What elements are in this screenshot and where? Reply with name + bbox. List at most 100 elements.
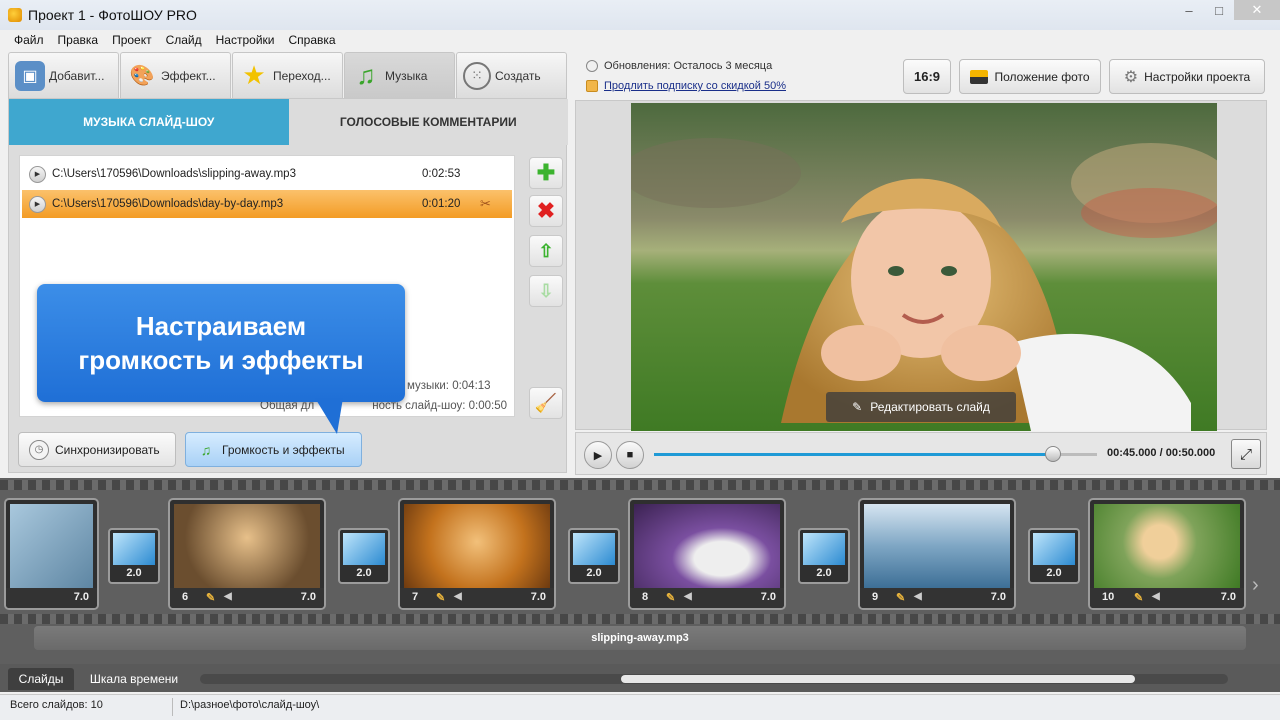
scroll-right-icon[interactable]: ›: [1252, 574, 1259, 597]
transition-image: [803, 533, 845, 565]
pencil-icon[interactable]: ✎: [436, 591, 445, 604]
progress-slider[interactable]: [654, 446, 1097, 462]
speaker-icon[interactable]: ◀: [454, 591, 462, 602]
pencil-icon[interactable]: ✎: [206, 591, 215, 604]
updates-text: Обновления: Осталось 3 месяца: [604, 60, 773, 72]
progress-fill: [654, 453, 1053, 456]
minimize-button[interactable]: –: [1174, 0, 1204, 20]
clock-icon: ◷: [29, 439, 49, 460]
broom-button[interactable]: 🧹: [529, 387, 563, 419]
play-icon[interactable]: ▶: [29, 165, 46, 183]
add-track-button[interactable]: ✚: [529, 157, 563, 189]
volume-effects-label: Громкость и эффекты: [222, 442, 345, 457]
close-button[interactable]: ✕: [1234, 0, 1280, 20]
status-bar: Всего слайдов: 10 D:\разное\фото\слайд-ш…: [0, 694, 1280, 720]
total-music-label: музыки:: [407, 380, 449, 392]
remove-track-button[interactable]: ✖: [529, 195, 563, 227]
speaker-icon[interactable]: ◀: [914, 591, 922, 602]
transition-duration: 2.0: [816, 567, 832, 579]
timeline-scrollbar[interactable]: [200, 674, 1228, 684]
transition-duration: 2.0: [126, 567, 142, 579]
slide-duration: 7.0: [73, 591, 89, 603]
slide-thumbnail[interactable]: 6 ✎ ◀ 7.0: [168, 498, 326, 610]
transition-image: [573, 533, 615, 565]
slide-thumbnail[interactable]: 9 ✎ ◀ 7.0: [858, 498, 1016, 610]
scissors-icon[interactable]: ✂: [480, 196, 496, 212]
pencil-icon[interactable]: ✎: [1134, 591, 1143, 604]
tab-slides[interactable]: Слайды: [8, 668, 74, 690]
photo-position-label: Положение фото: [994, 69, 1090, 84]
maximize-button[interactable]: □: [1204, 0, 1234, 20]
tab-timeline[interactable]: Шкала времени: [80, 668, 188, 690]
slide-image: [864, 504, 1010, 588]
stop-button[interactable]: ■: [616, 441, 644, 469]
tab-transitions[interactable]: ★ Переход...: [232, 52, 343, 98]
menu-bar: Файл Правка Проект Слайд Настройки Справ…: [0, 30, 1280, 50]
tab-voice-comments[interactable]: ГОЛОСОВЫЕ КОММЕНТАРИИ: [288, 99, 568, 145]
transition-thumbnail[interactable]: 2.0: [1028, 528, 1080, 584]
transition-image: [113, 533, 155, 565]
speaker-icon[interactable]: ◀: [1152, 591, 1160, 602]
film-holes-bottom: [0, 614, 1280, 624]
transition-thumbnail[interactable]: 2.0: [568, 528, 620, 584]
slide-image: [634, 504, 780, 588]
fullscreen-button[interactable]: ⤢: [1231, 439, 1261, 469]
title-bar: Проект 1 - ФотоШОУ PRO – □ ✕: [0, 0, 1280, 30]
tag-icon: [586, 80, 598, 92]
photo-position-button[interactable]: Положение фото: [959, 59, 1101, 94]
menu-settings[interactable]: Настройки: [216, 33, 275, 47]
aspect-ratio-button[interactable]: 16:9: [903, 59, 951, 94]
progress-knob[interactable]: [1044, 446, 1061, 462]
audio-track-bar[interactable]: slipping-away.mp3: [34, 626, 1246, 650]
menu-project[interactable]: Проект: [112, 33, 152, 47]
slide-timeline: ‹ › 7.0 2.0 6 ✎ ◀ 7.0 2.0 7 ✎ ◀ 7.0 2.0: [0, 478, 1280, 664]
speaker-icon[interactable]: ◀: [224, 591, 232, 602]
music-subtabs: МУЗЫКА СЛАЙД-ШОУ ГОЛОСОВЫЕ КОММЕНТАРИИ: [9, 99, 568, 145]
tab-music[interactable]: ♫ Музыка: [344, 52, 455, 98]
edit-slide-button[interactable]: ✎ Редактировать слайд: [826, 392, 1016, 422]
slide-thumbnail[interactable]: 7 ✎ ◀ 7.0: [398, 498, 556, 610]
slide-count: Всего слайдов: 10: [10, 699, 103, 711]
sync-button[interactable]: ◷ Синхронизировать: [18, 432, 176, 467]
menu-slide[interactable]: Слайд: [166, 33, 202, 47]
list-item[interactable]: ▶ C:\Users\170596\Downloads\slipping-awa…: [22, 160, 512, 188]
tab-label: Создать: [495, 68, 541, 83]
renew-subscription-link[interactable]: Продлить подписку со скидкой 50%: [604, 80, 786, 92]
speaker-icon[interactable]: ◀: [684, 591, 692, 602]
slide-thumbnail[interactable]: 8 ✎ ◀ 7.0: [628, 498, 786, 610]
project-settings-button[interactable]: ⚙ Настройки проекта: [1109, 59, 1265, 94]
pencil-icon[interactable]: ✎: [896, 591, 905, 604]
transition-thumbnail[interactable]: 2.0: [338, 528, 390, 584]
transition-thumbnail[interactable]: 2.0: [108, 528, 160, 584]
slide-thumbnail[interactable]: 7.0: [4, 498, 99, 610]
volume-effects-button[interactable]: ♫ Громкость и эффекты: [185, 432, 362, 467]
menu-help[interactable]: Справка: [288, 33, 335, 47]
preview-photo: [631, 103, 1217, 431]
transition-duration: 2.0: [356, 567, 372, 579]
tab-effects[interactable]: 🎨 Эффект...: [120, 52, 231, 98]
slide-number: 9: [872, 591, 879, 603]
tab-add-photos[interactable]: ▣ Добавит...: [8, 52, 119, 98]
scrollbar-thumb[interactable]: [621, 675, 1136, 683]
updates-status: Обновления: Осталось 3 месяца: [586, 60, 772, 72]
list-item[interactable]: ▶ C:\Users\170596\Downloads\day-by-day.m…: [22, 190, 512, 218]
play-button[interactable]: ▶: [584, 441, 612, 469]
menu-file[interactable]: Файл: [14, 33, 44, 47]
tab-create[interactable]: ⁙ Создать: [456, 52, 567, 98]
transition-thumbnail[interactable]: 2.0: [798, 528, 850, 584]
window-title: Проект 1 - ФотоШОУ PRO: [28, 7, 197, 23]
move-up-button[interactable]: ⇧: [529, 235, 563, 267]
tab-slideshow-music[interactable]: МУЗЫКА СЛАЙД-ШОУ: [9, 99, 289, 145]
project-settings-label: Настройки проекта: [1144, 69, 1251, 84]
photo-position-icon: [970, 69, 989, 84]
transition-duration: 2.0: [586, 567, 602, 579]
pencil-icon[interactable]: ✎: [666, 591, 675, 604]
music-note-icon: ♫: [200, 441, 212, 458]
play-icon[interactable]: ▶: [29, 195, 46, 213]
app-icon: [8, 8, 22, 22]
time-readout: 00:45.000 / 00:50.000: [1107, 447, 1216, 459]
slide-thumbnail[interactable]: 10 ✎ ◀ 7.0: [1088, 498, 1246, 610]
transition-duration: 2.0: [1046, 567, 1062, 579]
move-down-button[interactable]: ⇩: [529, 275, 563, 307]
menu-edit[interactable]: Правка: [58, 33, 99, 47]
